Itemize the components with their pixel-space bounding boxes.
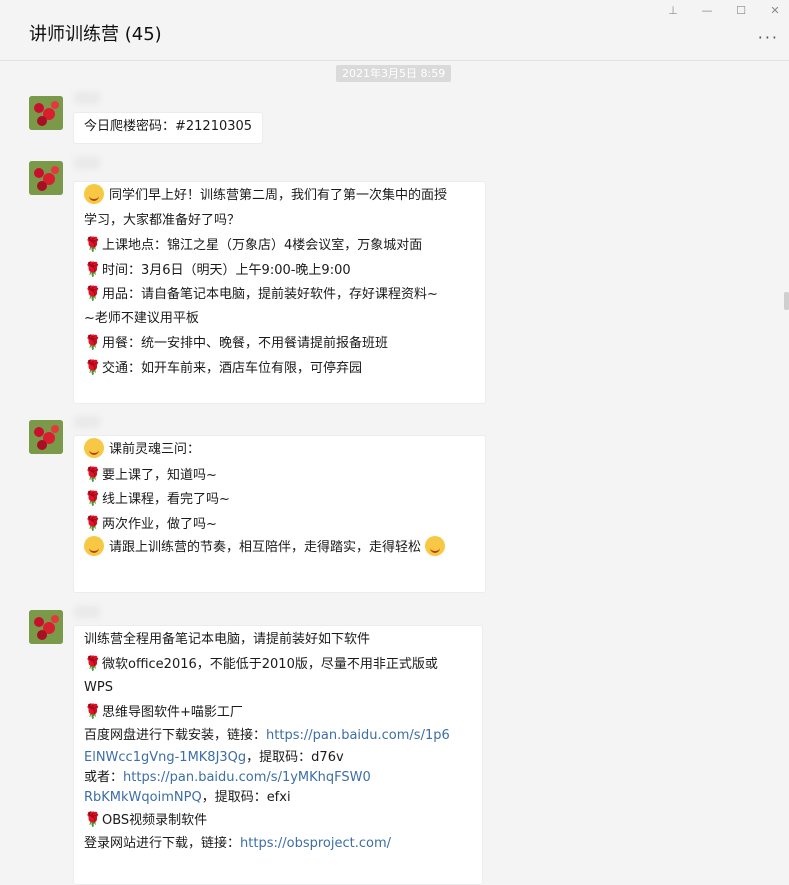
- avatar[interactable]: [29, 420, 63, 454]
- baidu-link-1-cont[interactable]: ElNWcc1gVng-1MK8J3Qg: [84, 750, 246, 765]
- message-line: WPS: [84, 680, 113, 695]
- rose-icon: 🌹: [84, 237, 102, 253]
- sender-name-blurred: [74, 606, 100, 618]
- message-line: 🌹微软office2016，不能低于2010版，尽量不用非正式版或: [84, 652, 472, 676]
- message-line: 🌹用品：请自备笔记本电脑，提前装好软件，存好课程资料~: [84, 282, 475, 307]
- minimize-button[interactable]: —: [698, 3, 716, 19]
- rose-icon: 🌹: [84, 515, 102, 532]
- obs-link[interactable]: https://obsproject.com/: [240, 836, 391, 851]
- baidu-link-1[interactable]: https://pan.baidu.com/s/1p6: [266, 728, 450, 743]
- rose-icon: 🌹: [84, 286, 102, 302]
- smiling-face-emoji-icon: [84, 184, 104, 204]
- rose-icon: 🌹: [84, 491, 102, 507]
- rose-icon: 🌹: [84, 335, 102, 351]
- maximize-button[interactable]: ☐: [732, 3, 750, 19]
- avatar[interactable]: [29, 161, 63, 195]
- message-line: 🌹两次作业，做了吗~: [84, 512, 475, 537]
- message-line: 🌹时间：3月6日（明天）上午9:00-晚上9:00: [84, 258, 475, 283]
- chat-title: 讲师训练营 (45): [29, 24, 162, 45]
- avatar[interactable]: [29, 96, 63, 130]
- face-emoji-icon: [84, 438, 104, 458]
- message-line: 🌹OBS视频录制软件: [84, 808, 472, 832]
- message-line: 百度网盘进行下载安装，链接：https://pan.baidu.com/s/1p…: [84, 728, 450, 743]
- message-line: 登录网站进行下载，链接：https://obsproject.com/: [84, 836, 391, 851]
- message-line: 同学们早上好！训练营第二周，我们有了第一次集中的面授: [84, 184, 475, 209]
- chat-header: 讲师训练营 (45) ⊥ — ☐ ✕ ···: [0, 0, 789, 61]
- sender-name-blurred: [74, 92, 100, 104]
- avatar[interactable]: [29, 610, 63, 644]
- message-line: 课前灵魂三问：: [84, 438, 475, 463]
- rose-icon: 🌹: [84, 704, 102, 720]
- message-line: 🌹上课地点：锦江之星（万象店）4楼会议室，万象城对面: [84, 233, 475, 258]
- message-line: 学习，大家都准备好了吗？: [84, 212, 241, 228]
- message-line: 请跟上训练营的节奏，相互陪伴，走得踏实，走得轻松: [84, 536, 475, 561]
- smiling-face-emoji-icon: [425, 536, 446, 556]
- rose-icon: 🌹: [84, 812, 102, 828]
- baidu-link-2-cont[interactable]: RbKMkWqoimNPQ: [84, 790, 202, 805]
- message-line: 🌹思维导图软件+喵影工厂: [84, 700, 472, 724]
- message-line: 🌹线上课程，看完了吗~: [84, 487, 475, 512]
- message-bubble[interactable]: 课前灵魂三问： 🌹要上课了，知道吗~ 🌹线上课程，看完了吗~ 🌹两次作业，做了吗…: [73, 435, 486, 593]
- rose-icon: 🌹: [84, 261, 102, 278]
- message-bubble[interactable]: 今日爬楼密码：#21210305: [73, 112, 263, 144]
- message-line: RbKMkWqoimNPQ，提取码：efxi: [84, 790, 291, 805]
- close-button[interactable]: ✕: [766, 3, 784, 19]
- message-line: ElNWcc1gVng-1MK8J3Qg，提取码：d76v: [84, 750, 344, 765]
- sender-name-blurred: [74, 416, 100, 428]
- message-text: 今日爬楼密码：#21210305: [84, 119, 253, 134]
- rose-icon: 🌹: [84, 359, 102, 376]
- blushing-face-emoji-icon: [84, 536, 104, 556]
- sender-name-blurred: [74, 157, 100, 169]
- rose-icon: 🌹: [84, 656, 102, 672]
- message-line: 🌹要上课了，知道吗~: [84, 463, 475, 488]
- message-bubble[interactable]: 训练营全程用备笔记本电脑，请提前装好如下软件 🌹微软office2016，不能低…: [73, 625, 483, 885]
- message-line: 🌹交通：如开车前来，酒店车位有限，可停弃园: [84, 356, 475, 381]
- baidu-link-2[interactable]: https://pan.baidu.com/s/1yMKhqFSW0: [123, 770, 371, 785]
- message-line: 🌹用餐：统一安排中、晚餐，不用餐请提前报备班班: [84, 331, 475, 356]
- message-line: 或者：https://pan.baidu.com/s/1yMKhqFSW0: [84, 770, 371, 785]
- rose-icon: 🌹: [84, 466, 102, 483]
- scrollbar-thumb[interactable]: [784, 292, 789, 310]
- message-line: 训练营全程用备笔记本电脑，请提前装好如下软件: [84, 632, 371, 647]
- more-options-button[interactable]: ···: [758, 28, 779, 47]
- message-timestamp: 2021年3月5日 8:59: [336, 65, 452, 82]
- message-bubble[interactable]: 同学们早上好！训练营第二周，我们有了第一次集中的面授 学习，大家都准备好了吗？ …: [73, 181, 486, 404]
- message-line: ~老师不建议用平板: [84, 310, 199, 326]
- pin-icon[interactable]: ⊥: [664, 3, 682, 19]
